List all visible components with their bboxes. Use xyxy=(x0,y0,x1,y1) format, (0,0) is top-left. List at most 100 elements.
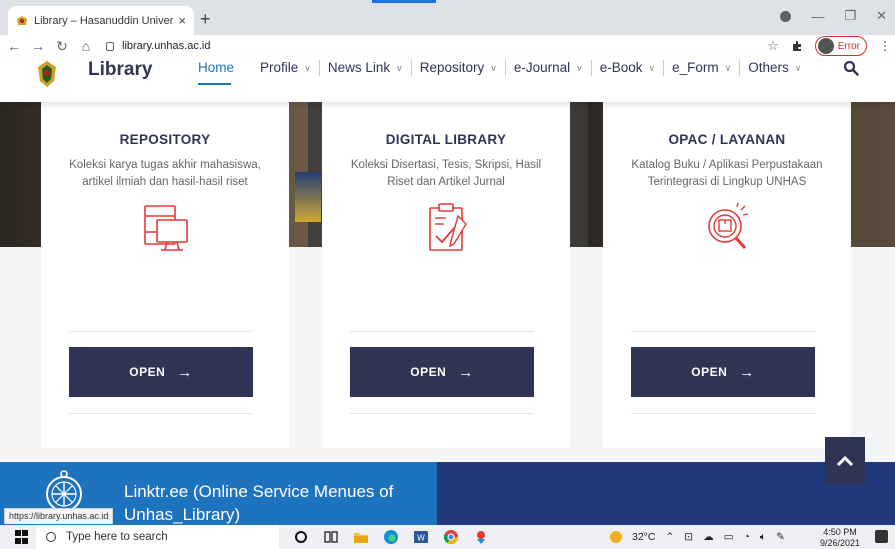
main-nav: Home Profile ∨ News Link ∨ Repository ∨ e-J… xyxy=(198,60,809,85)
svg-text:W: W xyxy=(417,534,425,543)
weather-sun-icon[interactable] xyxy=(610,531,622,543)
search-box-icon xyxy=(708,202,749,250)
close-window-icon[interactable]: ✕ xyxy=(876,8,887,24)
loading-indicator xyxy=(372,0,436,3)
task-view-icon[interactable] xyxy=(322,528,340,546)
unhas-favicon-icon xyxy=(17,15,27,25)
chevron-down-icon: ∨ xyxy=(794,63,802,73)
arrow-right-icon: → xyxy=(177,363,193,381)
nav-home[interactable]: Home xyxy=(198,60,252,85)
clipboard-check-icon xyxy=(429,203,467,251)
cortana-icon[interactable] xyxy=(292,528,310,546)
url-text: library.unhas.ac.id xyxy=(122,40,211,52)
back-icon[interactable]: ← xyxy=(4,38,24,54)
taskbar-apps: W xyxy=(292,528,490,546)
opac-layanan-card: OPAC / LAYANAN Katalog Buku / Aplikasi P… xyxy=(603,102,851,448)
divider xyxy=(69,331,253,332)
windows-start-icon[interactable] xyxy=(15,530,29,544)
nav-profile[interactable]: Profile ∨ xyxy=(252,60,320,76)
arrow-right-icon: → xyxy=(458,363,474,381)
volume-icon[interactable]: 🔈︎ xyxy=(760,531,766,544)
avatar xyxy=(817,38,834,54)
arrow-right-icon: → xyxy=(739,363,755,381)
system-tray: 32°C ⌃ ⊡ ☁ ▭ ◔ 🔈︎ ✎ xyxy=(610,525,785,549)
chevron-down-icon: ∨ xyxy=(490,63,497,73)
site-brand[interactable]: Library xyxy=(88,59,152,81)
chevron-up-icon[interactable]: ⌃ xyxy=(665,531,674,543)
chrome-icon[interactable] xyxy=(442,528,460,546)
reload-icon[interactable]: ↻ xyxy=(52,38,72,55)
edge-icon[interactable] xyxy=(382,528,400,546)
temperature[interactable]: 32°C xyxy=(632,531,655,543)
digital-library-open-button[interactable]: OPEN → xyxy=(350,347,534,397)
card-description: Koleksi karya tugas akhir mahasiswa, art… xyxy=(69,159,261,188)
chevron-down-icon: ∨ xyxy=(396,63,403,73)
divider xyxy=(350,331,534,332)
file-explorer-icon[interactable] xyxy=(352,528,370,546)
chevron-down-icon: ∨ xyxy=(576,63,583,73)
nav-others[interactable]: Others ∨ xyxy=(740,60,809,76)
site-header: Library Home Profile ∨ News Link ∨ Reposit… xyxy=(0,57,895,102)
taskbar-search-placeholder: Type here to search xyxy=(66,531,168,543)
nav-e-journal[interactable]: e-Journal ∨ xyxy=(506,60,592,76)
windows-taskbar: Type here to search W 32°C ⌃ ⊡ ☁ ▭ ◔ 🔈︎ … xyxy=(0,525,895,549)
chevron-up-icon xyxy=(836,455,854,466)
forward-icon[interactable]: → xyxy=(28,38,48,54)
browser-tab[interactable]: Library – Hasanuddin University × xyxy=(8,6,194,35)
onedrive-icon[interactable]: ☁ xyxy=(703,531,714,543)
scroll-to-top-button[interactable] xyxy=(825,437,865,484)
browser-tab-bar: Library – Hasanuddin University × + — ❐ … xyxy=(0,0,895,35)
lock-icon xyxy=(106,41,114,51)
notification-icon[interactable] xyxy=(875,530,888,543)
card-title: OPAC / LAYANAN xyxy=(668,132,786,147)
nav-repository[interactable]: Repository ∨ xyxy=(412,60,506,76)
new-tab-button[interactable]: + xyxy=(200,9,211,30)
flag-decoration xyxy=(295,172,321,222)
window-controls: — ❐ ✕ xyxy=(780,8,887,24)
nav-e-book[interactable]: e-Book ∨ xyxy=(592,60,665,76)
profile-error-button[interactable]: Error xyxy=(814,36,867,56)
digital-library-card: DIGITAL LIBRARY Koleksi Disertasi, Tesis… xyxy=(322,102,570,448)
card-description: Koleksi Disertasi, Tesis, Skripsi, Hasil… xyxy=(350,159,542,188)
tab-title: Library – Hasanuddin University xyxy=(34,14,175,27)
search-icon xyxy=(46,532,56,542)
restore-icon[interactable]: ❐ xyxy=(844,8,856,24)
extensions-puzzle-icon[interactable] xyxy=(791,40,803,52)
card-description: Katalog Buku / Aplikasi Perpustakaan Ter… xyxy=(631,159,823,188)
home-icon[interactable]: ⌂ xyxy=(76,38,96,54)
clock[interactable]: 4:50 PM 9/26/2021 xyxy=(820,527,860,549)
browser-menu-dot-icon[interactable] xyxy=(780,10,792,22)
minimize-icon[interactable]: — xyxy=(811,9,824,24)
tab-close-icon[interactable]: × xyxy=(178,13,186,28)
chevron-down-icon: ∨ xyxy=(648,63,656,73)
unhas-logo-icon xyxy=(38,61,56,87)
address-bar: ← → ↻ ⌂ library.unhas.ac.id ☆ Error ⋮ xyxy=(0,35,895,57)
star-icon[interactable]: ☆ xyxy=(767,38,779,54)
taskbar-search-input[interactable]: Type here to search xyxy=(36,525,279,549)
computer-monitor-icon xyxy=(144,205,188,251)
pen-icon[interactable]: ✎ xyxy=(776,531,785,543)
clock-date: 9/26/2021 xyxy=(820,538,861,548)
linktree-banner: Linktr.ee (Online Service Menues of Unha… xyxy=(0,462,895,525)
kebab-menu-icon[interactable]: ⋮ xyxy=(879,39,891,53)
search-icon[interactable] xyxy=(843,60,859,76)
url-field[interactable]: library.unhas.ac.id xyxy=(106,40,210,52)
battery-icon[interactable]: ▭ xyxy=(724,531,734,543)
wifi-icon[interactable]: ◔ xyxy=(744,531,750,543)
nav-e-form[interactable]: e_Form ∨ xyxy=(664,60,741,76)
card-title: REPOSITORY xyxy=(119,132,211,147)
nav-news-link[interactable]: News Link ∨ xyxy=(320,60,412,76)
repository-open-button[interactable]: OPEN → xyxy=(69,347,253,397)
app-icon[interactable] xyxy=(472,528,490,546)
divider xyxy=(631,413,815,414)
divider xyxy=(69,413,253,414)
profile-error-label: Error xyxy=(837,40,860,52)
opac-open-button[interactable]: OPEN → xyxy=(631,347,815,397)
card-title: DIGITAL LIBRARY xyxy=(385,132,507,147)
tray-app-icon[interactable]: ⊡ xyxy=(684,531,693,543)
status-bar-url: https://library.unhas.ac.id xyxy=(4,508,114,524)
linktree-link[interactable]: Linktr.ee (Online Service Menues of Unha… xyxy=(124,480,424,526)
address-bar-actions: ☆ Error ⋮ xyxy=(767,36,891,56)
divider xyxy=(350,413,534,414)
word-icon[interactable]: W xyxy=(412,528,430,546)
